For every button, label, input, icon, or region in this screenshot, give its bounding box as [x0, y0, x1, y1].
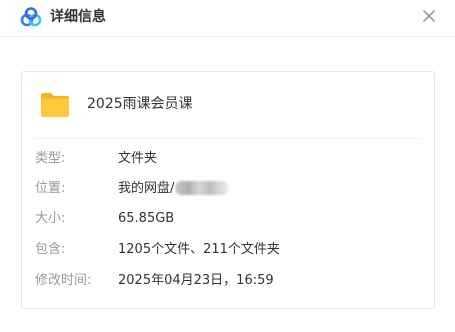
close-icon[interactable] — [421, 8, 437, 24]
detail-value: 1205个文件、211个文件夹 — [118, 242, 280, 257]
detail-value: 65.85GB — [118, 211, 175, 226]
detail-row-modified: 修改时间: 2025年04月23日，16:59 — [35, 272, 425, 290]
detail-label: 包含: — [35, 242, 66, 257]
titlebar-divider — [0, 36, 455, 37]
detail-label: 位置: — [35, 181, 66, 196]
detail-value: 文件夹 — [118, 151, 158, 166]
redacted-path-blur — [175, 180, 230, 195]
detail-row-contains: 包含: 1205个文件、211个文件夹 — [35, 241, 425, 259]
baidu-netdisk-logo-icon — [20, 7, 42, 27]
dialog-title: 详细信息 — [50, 9, 106, 25]
detail-row-size: 大小: 65.85GB — [35, 210, 425, 228]
folder-icon — [40, 91, 70, 118]
card-divider — [34, 138, 420, 139]
file-details-dialog: 详细信息 2025雨课会员课 类型: 文件夹 位置: 我的网盘/ 大小: 65. — [0, 0, 455, 332]
detail-label: 修改时间: — [35, 273, 92, 288]
details-card: 2025雨课会员课 类型: 文件夹 位置: 我的网盘/ 大小: 65.85GB … — [21, 71, 435, 309]
detail-label: 大小: — [35, 211, 66, 226]
detail-label: 类型: — [35, 151, 66, 166]
detail-row-type: 类型: 文件夹 — [35, 150, 425, 168]
location-path[interactable]: 我的网盘/ — [118, 181, 174, 196]
dialog-titlebar: 详细信息 — [0, 0, 455, 34]
detail-value-location: 我的网盘/ — [118, 180, 230, 198]
detail-value: 2025年04月23日，16:59 — [118, 273, 274, 288]
detail-row-location: 位置: 我的网盘/ — [35, 180, 425, 198]
file-name: 2025雨课会员课 — [87, 96, 193, 112]
